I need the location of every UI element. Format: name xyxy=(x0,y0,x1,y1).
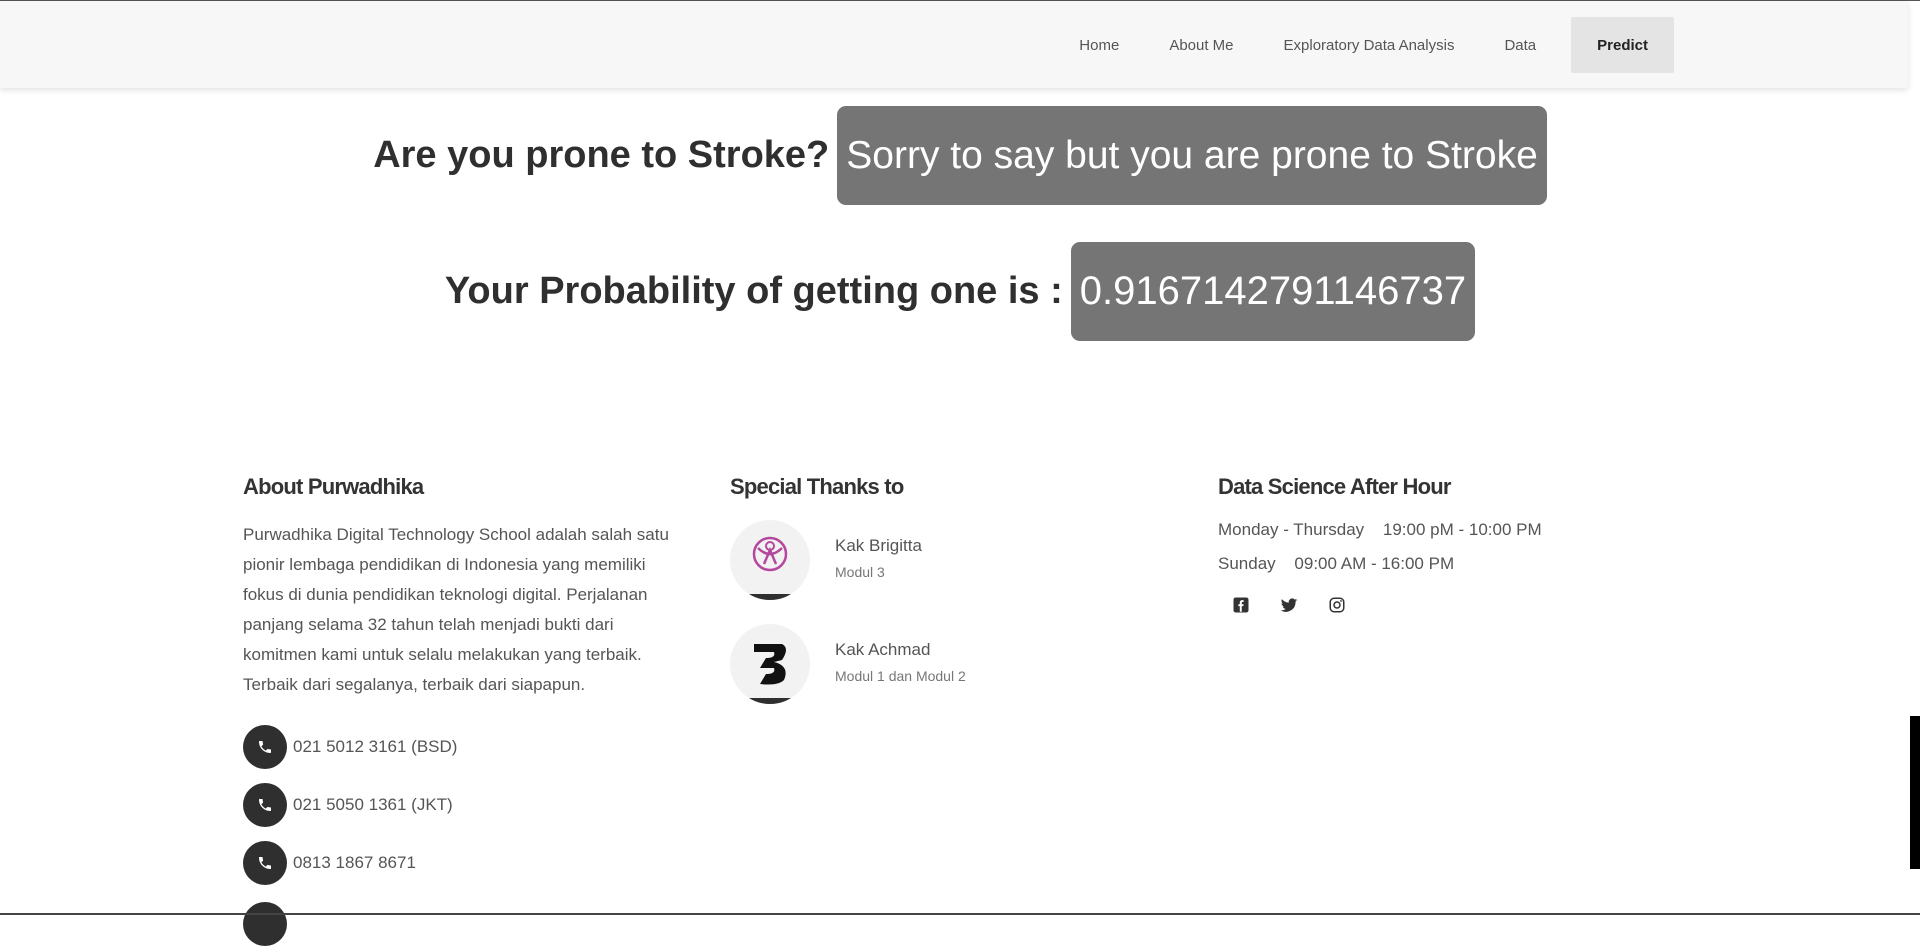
nav-menu: Home About Me Exploratory Data Analysis … xyxy=(1054,17,1674,73)
phone-icon xyxy=(243,725,287,769)
footer-hours-heading: Data Science After Hour xyxy=(1218,474,1451,499)
thanks-name: Kak Achmad xyxy=(835,640,931,659)
thanks-module: Modul 1 dan Modul 2 xyxy=(835,668,966,684)
footer-about-text: Purwadhika Digital Technology School ada… xyxy=(243,525,669,694)
thanks-person: Kak Achmad Modul 1 dan Modul 2 xyxy=(730,624,1150,704)
schedule-day: Monday - Thursday xyxy=(1218,520,1365,539)
contact-item[interactable]: 021 5012 3161 (BSD) xyxy=(243,718,683,776)
prediction-question: Are you prone to Stroke? xyxy=(373,134,830,176)
nav-home[interactable]: Home xyxy=(1054,17,1144,73)
thanks-person: Kak Brigitta Modul 3 xyxy=(730,520,1150,600)
brigitta-logo-icon xyxy=(752,536,788,572)
schedule-line: Monday - Thursday 19:00 pM - 10:00 PM xyxy=(1218,520,1638,540)
footer-thanks-heading: Special Thanks to xyxy=(730,474,904,499)
footer-about-heading: About Purwadhika xyxy=(243,474,424,499)
nav-data[interactable]: Data xyxy=(1479,17,1561,73)
probability-row: Your Probability of getting one is : 0.9… xyxy=(0,242,1920,341)
avatar xyxy=(730,624,810,704)
contact-item[interactable]: 021 5050 1361 (JKT) xyxy=(243,776,683,834)
social-links xyxy=(1230,594,1638,616)
footer-thanks: Special Thanks to Kak Brigitta Modul 3 K… xyxy=(730,474,1150,728)
nav-eda[interactable]: Exploratory Data Analysis xyxy=(1259,17,1480,73)
achmad-logo-icon xyxy=(754,644,786,685)
probability-value-box: 0.9167142791146737 xyxy=(1070,242,1476,341)
instagram-icon[interactable] xyxy=(1326,594,1348,616)
navbar: Home About Me Exploratory Data Analysis … xyxy=(0,1,1908,88)
nav-predict[interactable]: Predict xyxy=(1571,17,1674,73)
contact-text: 021 5012 3161 (BSD) xyxy=(293,737,458,756)
contact-item[interactable]: 0813 1867 8671 xyxy=(243,834,683,892)
phone-icon xyxy=(243,783,287,827)
schedule-line: Sunday 09:00 AM - 16:00 PM xyxy=(1218,554,1638,574)
scrollbar-thumb[interactable] xyxy=(1910,716,1920,869)
thanks-module: Modul 3 xyxy=(835,564,885,580)
schedule-day: Sunday xyxy=(1218,554,1276,573)
avatar-shade xyxy=(730,594,810,600)
avatar xyxy=(730,520,810,600)
twitter-icon[interactable] xyxy=(1278,594,1300,616)
facebook-icon[interactable] xyxy=(1230,594,1252,616)
phone-icon xyxy=(243,841,287,885)
contact-icon-partial xyxy=(243,902,287,946)
contact-text: 0813 1867 8671 xyxy=(293,853,416,872)
nav-about-me[interactable]: About Me xyxy=(1144,17,1258,73)
footer-about: About Purwadhika Purwadhika Digital Tech… xyxy=(243,474,683,892)
prediction-row: Are you prone to Stroke? Sorry to say bu… xyxy=(0,106,1920,205)
thanks-name: Kak Brigitta xyxy=(835,536,922,555)
contact-list: 021 5012 3161 (BSD) 021 5050 1361 (JKT) … xyxy=(243,718,683,892)
probability-label: Your Probability of getting one is : xyxy=(444,270,1063,312)
avatar-shade xyxy=(730,698,810,704)
footer-hours: Data Science After Hour Monday - Thursda… xyxy=(1218,474,1638,616)
schedule-time: 09:00 AM - 16:00 PM xyxy=(1294,554,1455,573)
schedule-time: 19:00 pM - 10:00 PM xyxy=(1382,520,1542,539)
prediction-answer-box: Sorry to say but you are prone to Stroke xyxy=(837,106,1547,205)
contact-text: 021 5050 1361 (JKT) xyxy=(293,795,453,814)
